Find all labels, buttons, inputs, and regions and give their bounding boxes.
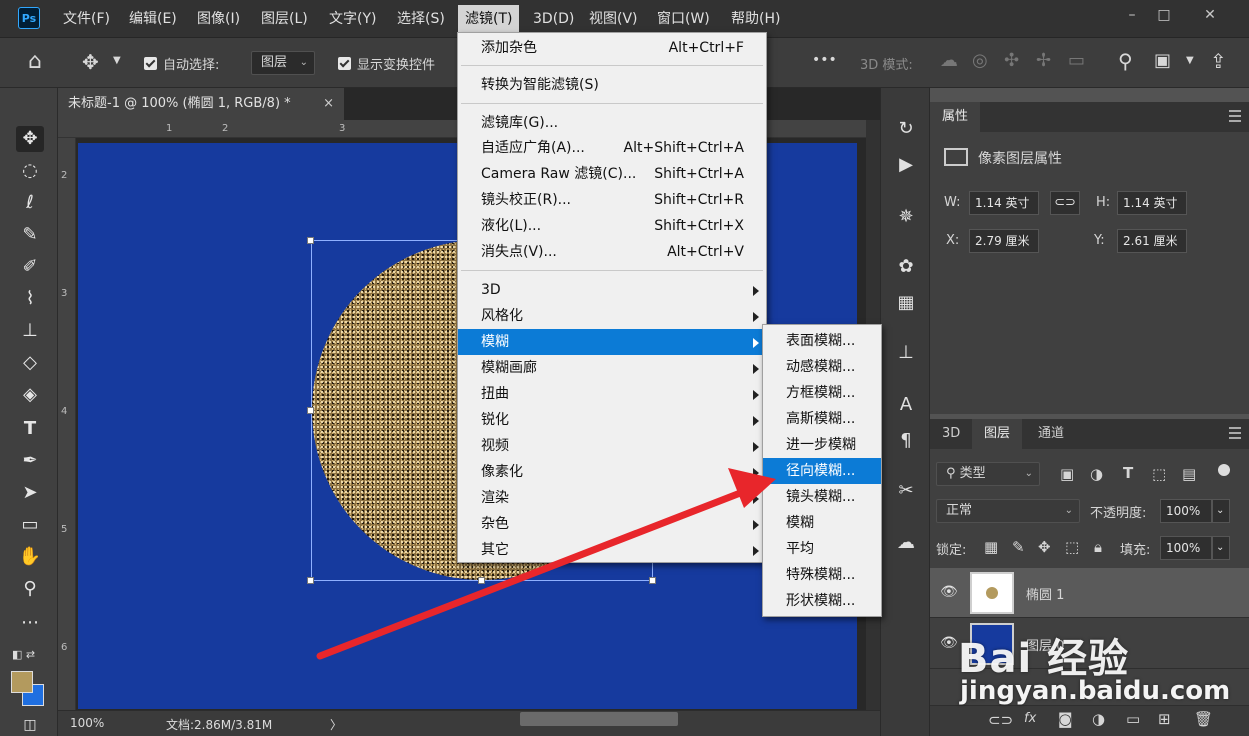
baidu-watermark-url: jingyan.baidu.com: [960, 676, 1231, 706]
annotation-arrow-head: [728, 468, 776, 508]
photoshop-window: { "app": {"logo": "Ps"}, "menubar": { "i…: [0, 0, 1249, 736]
annotation-arrow-shaft: [316, 486, 752, 660]
